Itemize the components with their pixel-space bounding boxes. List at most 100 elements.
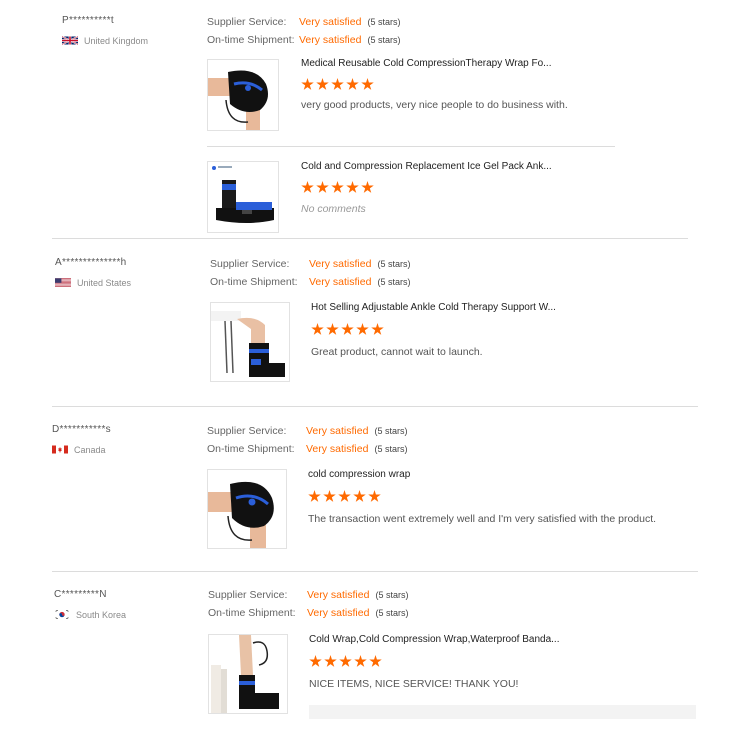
star-icon xyxy=(356,323,369,335)
knee-wrap-image xyxy=(208,481,274,548)
product-title[interactable]: Medical Reusable Cold CompressionTherapy… xyxy=(301,58,551,69)
shipment-rating: On-time Shipment: Very satisfied (5 stars) xyxy=(207,34,400,46)
star-icon xyxy=(316,181,329,193)
shipment-label: On-time Shipment: xyxy=(210,276,298,288)
supplier-service-rating: Supplier Service: Very satisfied (5 stars) xyxy=(208,589,408,601)
star-icon xyxy=(316,78,329,90)
review-divider xyxy=(52,571,698,572)
product-star-rating xyxy=(301,181,374,194)
knee-wrap-image xyxy=(208,70,268,130)
shipment-value: Very satisfied xyxy=(306,443,369,455)
shipment-stars: (5 stars) xyxy=(375,608,409,618)
star-icon xyxy=(353,490,366,502)
star-icon xyxy=(346,78,359,90)
product-title[interactable]: cold compression wrap xyxy=(308,469,410,480)
star-icon xyxy=(371,323,384,335)
supplier-service-stars: (5 stars) xyxy=(377,259,411,269)
buyer-name: P**********t xyxy=(62,15,114,26)
product-star-rating xyxy=(311,323,384,336)
review-comment: very good products, very nice people to … xyxy=(301,99,568,111)
star-icon xyxy=(339,655,352,667)
star-icon xyxy=(324,655,337,667)
supplier-service-rating: Supplier Service: Very satisfied (5 stars) xyxy=(207,16,400,28)
star-icon xyxy=(361,78,374,90)
star-icon xyxy=(341,323,354,335)
product-thumbnail[interactable] xyxy=(207,59,279,131)
star-icon xyxy=(369,655,382,667)
country-name: Canada xyxy=(74,444,106,455)
supplier-service-stars: (5 stars) xyxy=(374,426,408,436)
ankle-support-image xyxy=(211,311,285,377)
shipment-label: On-time Shipment: xyxy=(208,607,296,619)
product-thumbnail[interactable] xyxy=(210,302,290,382)
star-icon xyxy=(354,655,367,667)
reply-bar xyxy=(309,705,696,719)
supplier-service-label: Supplier Service: xyxy=(210,258,290,270)
star-icon xyxy=(331,181,344,193)
product-title[interactable]: Hot Selling Adjustable Ankle Cold Therap… xyxy=(311,302,556,313)
supplier-service-label: Supplier Service: xyxy=(207,425,287,437)
review-divider xyxy=(52,406,698,407)
product-title[interactable]: Cold and Compression Replacement Ice Gel… xyxy=(301,161,552,172)
shipment-stars: (5 stars) xyxy=(377,277,411,287)
star-icon xyxy=(301,181,314,193)
shipment-value: Very satisfied xyxy=(307,607,370,619)
product-thumbnail[interactable] xyxy=(208,634,288,714)
product-divider xyxy=(207,146,615,147)
star-icon xyxy=(326,323,339,335)
us-flag-icon xyxy=(55,278,71,287)
supplier-service-value: Very satisfied xyxy=(299,16,362,28)
supplier-service-rating: Supplier Service: Very satisfied (5 stars) xyxy=(207,425,407,437)
buyer-country: Canada xyxy=(52,444,106,455)
supplier-service-value: Very satisfied xyxy=(306,425,369,437)
canada-flag-icon xyxy=(52,445,68,454)
ankle-gel-pack-image xyxy=(212,166,274,223)
star-icon xyxy=(331,78,344,90)
shipment-stars: (5 stars) xyxy=(374,444,408,454)
country-name: United States xyxy=(77,277,132,288)
shipment-stars: (5 stars) xyxy=(367,35,401,45)
country-name: South Korea xyxy=(76,609,127,620)
uk-flag-icon xyxy=(62,35,78,46)
review-divider xyxy=(52,238,688,239)
review-comment: No comments xyxy=(301,203,366,215)
shipment-label: On-time Shipment: xyxy=(207,443,295,455)
product-thumbnail[interactable] xyxy=(207,469,287,549)
star-icon xyxy=(323,490,336,502)
shipment-rating: On-time Shipment: Very satisfied (5 stars) xyxy=(210,276,410,288)
star-icon xyxy=(308,490,321,502)
product-title[interactable]: Cold Wrap,Cold Compression Wrap,Waterpro… xyxy=(309,634,559,645)
star-icon xyxy=(368,490,381,502)
supplier-service-label: Supplier Service: xyxy=(207,16,287,28)
shipment-value: Very satisfied xyxy=(299,34,362,46)
supplier-service-value: Very satisfied xyxy=(307,589,370,601)
star-icon xyxy=(346,181,359,193)
country-name: United Kingdom xyxy=(84,35,149,46)
review-comment: NICE ITEMS, NICE SERVICE! THANK YOU! xyxy=(309,678,519,690)
shipment-rating: On-time Shipment: Very satisfied (5 stars) xyxy=(207,443,407,455)
shipment-label: On-time Shipment: xyxy=(207,34,295,46)
south-korea-flag-icon xyxy=(54,609,70,620)
buyer-name: C*********N xyxy=(54,589,107,600)
review-comment: The transaction went extremely well and … xyxy=(308,513,657,525)
buyer-name: A**************h xyxy=(55,257,127,268)
buyer-country: South Korea xyxy=(54,609,126,620)
star-icon xyxy=(301,78,314,90)
star-icon xyxy=(361,181,374,193)
supplier-service-stars: (5 stars) xyxy=(375,590,409,600)
product-star-rating xyxy=(301,78,374,91)
buyer-name: D***********s xyxy=(52,424,111,435)
star-icon xyxy=(311,323,324,335)
supplier-service-rating: Supplier Service: Very satisfied (5 stars) xyxy=(210,258,410,270)
product-star-rating xyxy=(309,655,382,668)
shipment-value: Very satisfied xyxy=(309,276,372,288)
ankle-wrap-image xyxy=(211,635,279,713)
buyer-country: United States xyxy=(55,277,131,288)
supplier-service-value: Very satisfied xyxy=(309,258,372,270)
supplier-service-label: Supplier Service: xyxy=(208,589,288,601)
star-icon xyxy=(338,490,351,502)
review-comment: Great product, cannot wait to launch. xyxy=(311,346,483,358)
product-thumbnail[interactable] xyxy=(207,161,279,233)
product-star-rating xyxy=(308,490,381,503)
supplier-service-stars: (5 stars) xyxy=(367,17,401,27)
